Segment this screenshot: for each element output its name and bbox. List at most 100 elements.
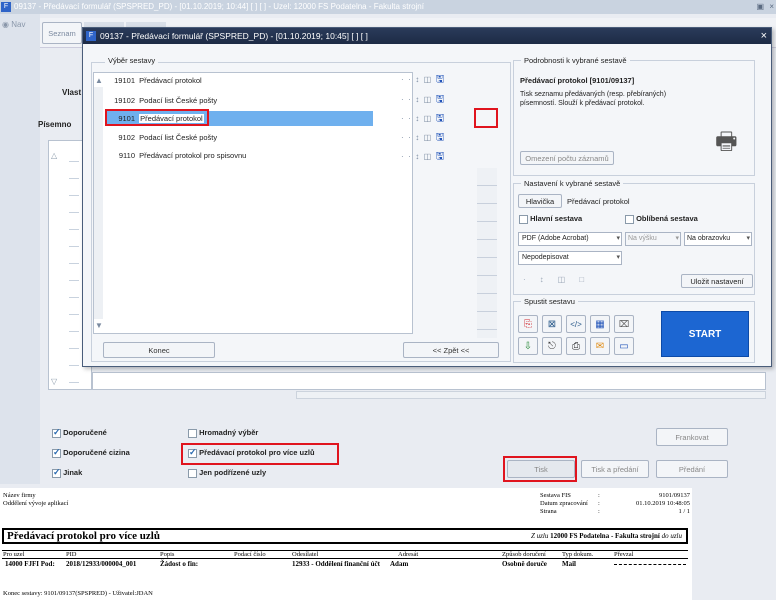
checkbox-icon[interactable] — [625, 214, 634, 224]
detail-title: Předávací protokol [9101/09137] — [520, 76, 635, 85]
sort-icon[interactable]: ↕ — [415, 152, 419, 161]
report-dept: Oddělení vývoje aplikací — [3, 500, 69, 507]
checkbox-icon[interactable] — [188, 447, 197, 458]
monitor-icon[interactable]: 🖫 — [436, 113, 445, 124]
document-icon[interactable]: ◫ — [424, 133, 432, 142]
nastaveni-icons: ·↕◫□ — [523, 275, 599, 284]
nastaveni-label: Nastavení k vybrané sestavě — [521, 179, 624, 188]
start-button[interactable]: START — [661, 311, 749, 357]
list-item-code: 19102 — [114, 96, 135, 105]
print-icon[interactable]: ⎙ — [566, 337, 586, 355]
list-item-code: 9101 — [118, 114, 135, 123]
report-meta: Sestava FIS:9101/09137 Datum zpracování:… — [540, 492, 690, 515]
protokol-pro-vice-uzlu-checkbox[interactable]: Předávací protokol pro více uzlů — [188, 447, 315, 458]
horizontal-scrollbar[interactable] — [296, 391, 766, 399]
podpis-select[interactable]: Nepodepisovat ▾ — [518, 251, 622, 265]
checkbox-icon[interactable] — [188, 428, 197, 438]
printer-help-icon: 🖶 — [715, 128, 738, 155]
monitor-icon[interactable]: ▭ — [614, 337, 634, 355]
checkbox-icon[interactable] — [52, 467, 61, 478]
jen-podrizene-checkbox[interactable]: Jen podřízené uzly — [188, 468, 266, 478]
outer-restore-icon[interactable]: ▣ — [756, 0, 764, 14]
hlavicka-value: Předávací protokol — [567, 197, 630, 206]
document-icon[interactable]: ◫ — [424, 75, 432, 84]
report-uzel: Z uzlu 12000 FS Podatelna - Fakulta stro… — [531, 532, 682, 540]
zpet-button[interactable]: << Zpět << — [403, 342, 499, 358]
excel-icon[interactable]: ⊠ — [542, 315, 562, 333]
checkbox-icon[interactable] — [188, 468, 197, 478]
hlavicka-button[interactable]: Hlavička — [518, 194, 562, 208]
konec-button[interactable]: Konec — [103, 342, 215, 358]
list-item-name: Předávací protokol — [139, 76, 202, 85]
hlavni-sestava-checkbox[interactable]: Hlavní sestava — [519, 214, 582, 224]
calc-icon[interactable]: ⌧ — [614, 315, 634, 333]
orientace-select[interactable]: Na výšku ▾ — [625, 232, 681, 246]
oblibena-sestava-checkbox[interactable]: Oblíbená sestava — [625, 214, 698, 224]
dialog-close-button[interactable]: × — [761, 28, 767, 44]
document-icon[interactable]: ◫ — [424, 152, 432, 161]
grid-scroll-down-icon[interactable]: ▽ — [51, 377, 57, 386]
vystup-select[interactable]: Na obrazovku ▾ — [684, 232, 752, 246]
doporucene-checkbox[interactable]: Doporučené — [52, 427, 107, 438]
document-icon[interactable]: ◫ — [424, 114, 432, 123]
vyber-sestavy-label: Výběr sestavy — [105, 56, 159, 65]
list-scroll-up-icon[interactable]: ▲ — [95, 76, 103, 85]
monitor-icon[interactable]: □ — [579, 275, 598, 284]
sort-icon[interactable]: ↕ — [415, 133, 419, 142]
omezeni-button[interactable]: Omezení počtu záznamů — [520, 151, 614, 165]
outer-grid-bottom — [92, 372, 766, 390]
hromadny-vyber-checkbox[interactable]: Hromadný výběr — [188, 428, 258, 438]
outer-titlebar: F 09137 - Předávací formulář (SPSPRED_PD… — [0, 0, 776, 14]
pisemnosti-tab[interactable]: Písemno — [38, 120, 82, 129]
tisk-button[interactable]: Tisk — [507, 460, 575, 478]
spustit-label: Spustit sestavu — [521, 297, 578, 306]
download-icon[interactable]: ⇩ — [518, 337, 538, 355]
jinak-checkbox[interactable]: Jinak — [52, 467, 82, 478]
list-scroll-down-icon[interactable]: ▼ — [95, 321, 103, 330]
grid-checkbox-column[interactable] — [69, 153, 79, 383]
report-footer: Konec sestavy: 9101/09137(SPSPRED) - Uži… — [3, 590, 153, 597]
ulozit-nastaveni-button[interactable]: Uložit nastavení — [681, 274, 753, 288]
list-item-name: Podací list České pošty — [139, 96, 218, 105]
monitor-icon[interactable]: 🖫 — [436, 151, 445, 162]
document-icon[interactable]: ◫ — [424, 95, 432, 104]
dialog-titlebar: F 09137 - Předávací formulář (SPSPRED_PD… — [83, 28, 771, 44]
document-icon[interactable]: ◫ — [558, 275, 580, 284]
signature-line — [614, 564, 686, 565]
save-document-icon[interactable]: ▦ — [590, 315, 610, 333]
email-icon[interactable]: ✉ — [590, 337, 610, 355]
outer-window-title: 09137 - Předávací formulář (SPSPRED_PD) … — [14, 2, 424, 11]
attach-icon[interactable]: ⎋ — [542, 337, 562, 355]
sort-icon[interactable]: ↕ — [415, 114, 419, 123]
monitor-icon[interactable]: 🖫 — [436, 94, 445, 105]
dialog-logo-icon: F — [86, 31, 96, 41]
checkbox-icon[interactable] — [52, 447, 61, 458]
report-title-box: Předávací protokol pro více uzlů Z uzlu … — [2, 528, 688, 544]
doporucene-cizina-checkbox[interactable]: Doporučené cizina — [52, 447, 130, 458]
nav-item[interactable]: ◉ Nav — [2, 20, 25, 29]
bottom-panel: Doporučené Doporučené cizina Jinak Hroma… — [40, 420, 776, 486]
list-scrollbar-track[interactable] — [94, 87, 103, 319]
outer-close-icon[interactable]: × — [769, 0, 774, 14]
seznam-tab[interactable]: Seznam — [42, 22, 82, 44]
code-icon[interactable]: </> — [566, 315, 586, 333]
tisk-a-predani-button[interactable]: Tisk a předání — [581, 460, 649, 478]
frankovat-button[interactable]: Frankovat — [656, 428, 728, 446]
checkbox-icon[interactable] — [52, 427, 61, 438]
predani-button[interactable]: Předání — [656, 460, 728, 478]
sort-icon[interactable]: ↕ — [540, 275, 558, 284]
sort-icon[interactable]: ↕ — [415, 95, 419, 104]
empty-slots — [477, 168, 497, 338]
format-select[interactable]: PDF (Adobe Acrobat) ▾ — [518, 232, 622, 246]
grid-scroll-up-icon[interactable]: △ — [51, 151, 57, 160]
monitor-icon[interactable]: 🖫 — [436, 132, 445, 143]
sort-icon[interactable]: ↕ — [415, 75, 419, 84]
monitor-icon[interactable]: 🖫 — [436, 74, 445, 85]
list-item-code: 19101 — [114, 76, 135, 85]
list-item-selected[interactable]: 9101 Předávací protokol — [107, 111, 373, 126]
detail-description: Tisk seznamu předávaných (resp. přebíran… — [520, 91, 667, 107]
checkbox-icon[interactable] — [519, 214, 528, 224]
chevron-down-icon: ▾ — [616, 254, 620, 261]
pdf-icon[interactable]: ⎘ — [518, 315, 538, 333]
list-item-code: 9110 — [118, 151, 135, 160]
